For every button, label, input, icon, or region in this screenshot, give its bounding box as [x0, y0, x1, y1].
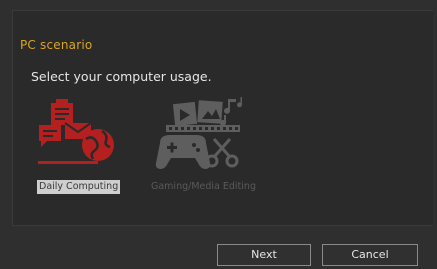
option-label-daily-computing: Daily Computing [37, 180, 121, 194]
daily-computing-icon [38, 99, 114, 164]
option-label-gaming-media-editing: Gaming/Media Editing [151, 181, 256, 192]
cancel-button[interactable]: Cancel [322, 244, 418, 266]
section-title: PC scenario [20, 38, 93, 52]
option-gaming-media-editing[interactable]: Gaming/Media Editing [150, 95, 256, 199]
ez-tuning-wizard-screen: PC scenario Select your computer usage. … [0, 0, 437, 269]
next-button[interactable]: Next [217, 244, 311, 266]
gaming-media-icon [155, 97, 245, 169]
usage-prompt: Select your computer usage. [31, 69, 212, 84]
option-daily-computing[interactable]: Daily Computing [36, 95, 121, 199]
